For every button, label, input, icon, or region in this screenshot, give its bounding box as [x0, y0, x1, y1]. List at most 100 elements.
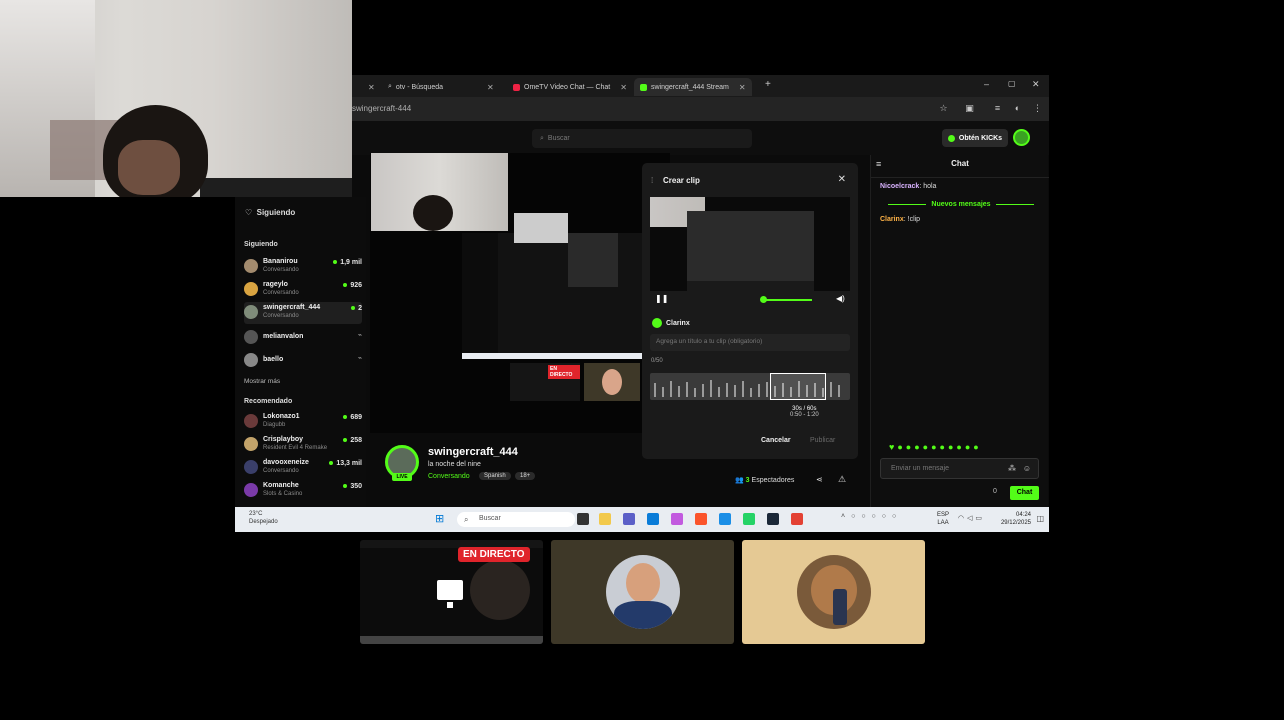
- weather-widget[interactable]: 23°C Despejado: [249, 510, 278, 526]
- sidebar-channel-melianvalon[interactable]: melianvalon ⌁: [244, 327, 362, 349]
- network-volume-battery-icons[interactable]: ◠◁▭: [958, 514, 985, 522]
- sidebar-channel-crisplayboy[interactable]: Crisplayboy Resident Evil 4 Remake 258: [244, 434, 362, 456]
- new-tab-button[interactable]: +: [765, 79, 771, 90]
- volume-slider-handle[interactable]: [760, 296, 767, 303]
- preview-screen: [687, 211, 814, 281]
- taskbar-search[interactable]: ⌕ Buscar: [457, 512, 575, 527]
- clip-preview-video[interactable]: [650, 197, 850, 291]
- viewer-count: 926: [343, 282, 362, 289]
- sidebar-channel-komanche[interactable]: Komanche Slots & Casino 350: [244, 480, 362, 502]
- close-icon[interactable]: ✕: [838, 174, 846, 185]
- whatsapp-icon[interactable]: [743, 513, 755, 525]
- chat-message-input[interactable]: Enviar un mensaje ⁂ ☺: [880, 458, 1039, 479]
- menu-dots-icon[interactable]: ⋮: [1032, 103, 1043, 114]
- tab-0[interactable]: ✕: [356, 78, 381, 96]
- sidebar-channel-lokonazo1[interactable]: Lokonazo1 Diagubb 689: [244, 411, 362, 433]
- maximize-icon[interactable]: ▢: [1008, 79, 1016, 88]
- emote-bar[interactable]: ♥●●●●●●●●●●: [889, 442, 982, 452]
- close-window-icon[interactable]: ✕: [1032, 79, 1040, 90]
- drag-handle-icon[interactable]: ⁞: [651, 176, 653, 185]
- brave-icon[interactable]: [695, 513, 707, 525]
- cancel-button[interactable]: Cancelar: [761, 437, 791, 444]
- search-input[interactable]: ⌕ Buscar: [532, 129, 752, 148]
- stream-category[interactable]: Conversando: [428, 473, 470, 480]
- minimize-icon[interactable]: –: [984, 79, 989, 89]
- report-icon[interactable]: ⚠: [838, 474, 846, 485]
- clip-timeline[interactable]: [650, 373, 850, 400]
- sidebar-channel-bananirou[interactable]: Bananirou Conversando 1,9 mil: [244, 256, 362, 278]
- send-chat-button[interactable]: Chat: [1010, 486, 1039, 500]
- address-bar[interactable]: swingercraft-444 ☆ ▣ ≡ ◐ ⋮: [352, 97, 1049, 121]
- chat-username[interactable]: Clarinx: [880, 216, 904, 223]
- tab-search-icon[interactable]: ≡: [992, 103, 1003, 114]
- profile-icon[interactable]: ◐: [1012, 103, 1023, 114]
- app-icon[interactable]: [719, 513, 731, 525]
- tab-search[interactable]: ⌕ otv - Búsqueda ✕: [382, 78, 500, 96]
- system-tray-icons[interactable]: ˄○○○○○: [841, 513, 902, 520]
- notifications-icon[interactable]: ◫: [1036, 514, 1044, 523]
- nested-participant-2: [584, 363, 640, 401]
- steam-icon[interactable]: [767, 513, 779, 525]
- channel-category: Slots & Casino: [263, 491, 303, 497]
- chat-points-indicator: 0: [993, 488, 997, 495]
- tab-close-icon[interactable]: ✕: [487, 83, 494, 92]
- taskbar-clock[interactable]: 04:24 29/12/2025: [1001, 511, 1031, 527]
- pause-icon[interactable]: ❚❚: [655, 294, 668, 303]
- clip-playback-controls: ❚❚ ◀): [650, 293, 850, 307]
- publish-button[interactable]: Publicar: [810, 437, 835, 444]
- tab-close-icon[interactable]: ✕: [620, 83, 627, 92]
- tab-close-icon[interactable]: ✕: [739, 83, 746, 92]
- avatar: [244, 414, 258, 428]
- tab-ometv[interactable]: OmeTV Video Chat — Chat ✕: [507, 78, 633, 96]
- participant-tile-3[interactable]: [742, 540, 925, 644]
- clock-time: 04:24: [1015, 512, 1031, 518]
- sidebar-channel-baello[interactable]: baello ⌁: [244, 350, 362, 372]
- chat-username[interactable]: Nicoelcrack: [880, 183, 919, 190]
- task-view-icon[interactable]: [577, 513, 589, 525]
- url-text[interactable]: swingercraft-444: [352, 104, 411, 113]
- offline-icon: ⌁: [357, 355, 362, 362]
- sidebar-channel-rageylo[interactable]: rageylo Conversando 926: [244, 279, 362, 301]
- chat-text: hola: [923, 183, 937, 190]
- stream-video-player[interactable]: EN DIRECTO: [370, 153, 670, 433]
- get-kicks-button[interactable]: Obtén KICKs: [942, 129, 1008, 147]
- tag-18plus[interactable]: 18+: [515, 472, 536, 480]
- following-header[interactable]: ♡ Siguiendo: [245, 208, 295, 217]
- channel-category: Conversando: [263, 468, 299, 474]
- star-icon[interactable]: ☆: [938, 103, 949, 114]
- speaker-icon[interactable]: ◀): [836, 294, 845, 303]
- chat-panel: ≡ Chat Nicoelcrack: hola Nuevos mensajes…: [870, 155, 1049, 507]
- commands-icon[interactable]: ⁂: [1008, 464, 1016, 473]
- share-icon[interactable]: ⋖: [816, 475, 823, 484]
- edge-icon[interactable]: [647, 513, 659, 525]
- emoji-icon[interactable]: ☺: [1023, 464, 1031, 473]
- participant-tile-screen[interactable]: EN DIRECTO: [360, 540, 543, 644]
- extensions-icon[interactable]: ▣: [964, 103, 975, 114]
- windows-start-icon[interactable]: ⊞: [435, 512, 444, 525]
- chrome-icon[interactable]: [791, 513, 803, 525]
- user-avatar[interactable]: [1013, 129, 1030, 146]
- nested-window: [568, 233, 618, 287]
- show-more-link[interactable]: Mostrar más: [244, 378, 280, 385]
- streamer-name[interactable]: swingercraft_444: [428, 446, 518, 458]
- language-indicator[interactable]: ESP LAA: [937, 511, 949, 527]
- channel-name: swingercraft_444: [263, 304, 321, 311]
- nested-participant-1: EN DIRECTO: [510, 363, 580, 401]
- chat-message: Clarinx: !clip: [880, 216, 921, 223]
- teams-icon[interactable]: [623, 513, 635, 525]
- tab-close-icon[interactable]: ✕: [368, 83, 375, 92]
- participant-tile-2[interactable]: [551, 540, 734, 644]
- sidebar-channel-davooxeneize[interactable]: davooxeneize Conversando 13,3 mil: [244, 457, 362, 479]
- viewer-count: 350: [343, 483, 362, 490]
- viewer-count: 1,9 mil: [333, 259, 362, 266]
- app-icon[interactable]: [671, 513, 683, 525]
- volume-slider[interactable]: [764, 299, 812, 301]
- tab-kick-stream[interactable]: swingercraft_444 Stream ✕: [634, 78, 752, 96]
- clip-range-selection[interactable]: [770, 373, 826, 400]
- clip-title-input[interactable]: Agrega un título a tu clip (obligatorio): [650, 334, 850, 351]
- offline-icon: ⌁: [357, 332, 362, 339]
- tag-spanish[interactable]: Spanish: [479, 472, 511, 480]
- nested-webcam-2: [514, 213, 568, 243]
- file-explorer-icon[interactable]: [599, 513, 611, 525]
- sidebar-channel-swingercraft[interactable]: swingercraft_444 Conversando 2: [244, 302, 362, 324]
